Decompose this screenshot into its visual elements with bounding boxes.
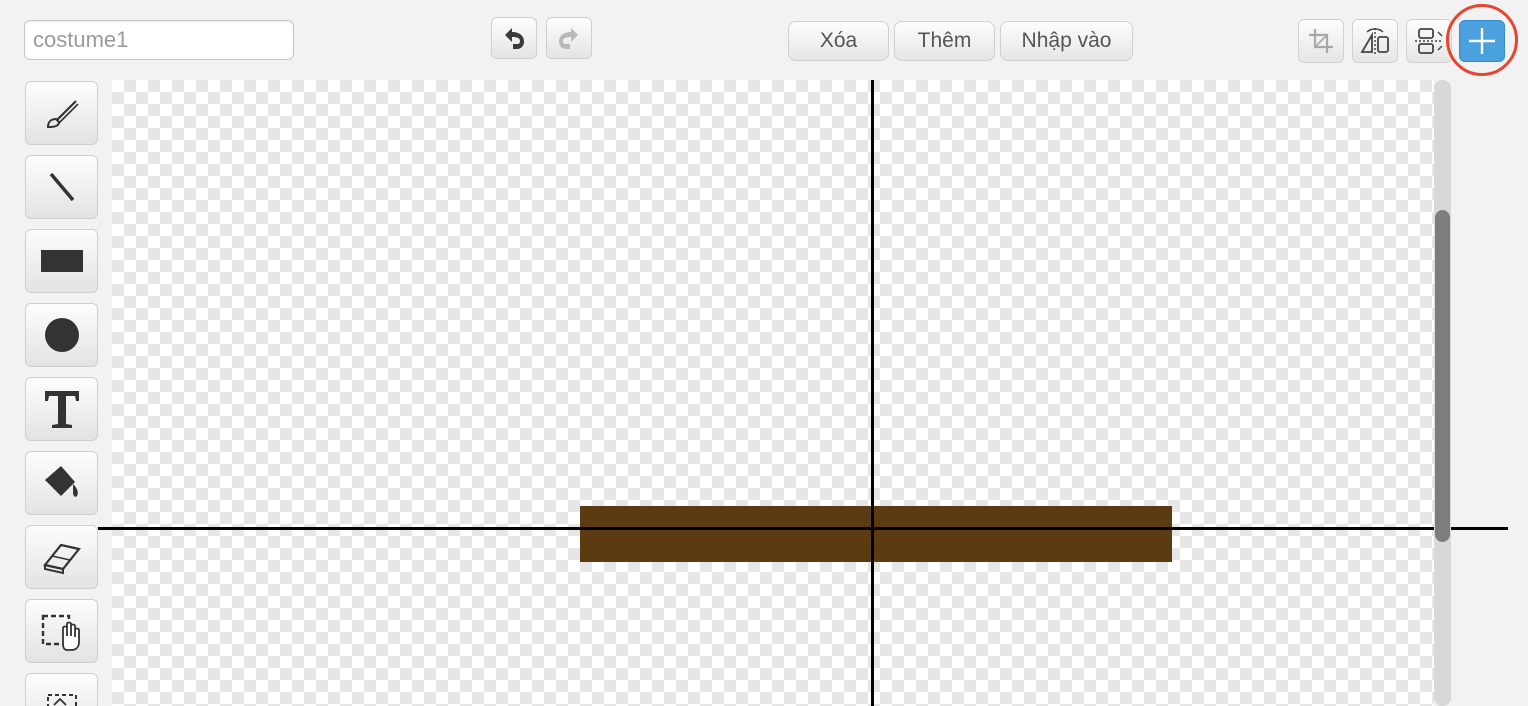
rectangle-icon	[40, 250, 83, 272]
paint-editor: Xóa Thêm Nhập vào	[0, 0, 1528, 706]
select-hand-icon	[41, 614, 80, 651]
center-axis-vertical	[871, 80, 874, 706]
import-button[interactable]: Nhập vào	[1000, 21, 1133, 61]
eraser-tool-button[interactable]	[25, 525, 98, 589]
redo-button[interactable]	[546, 17, 592, 59]
undo-button[interactable]	[491, 17, 537, 59]
flip-vertical-button[interactable]	[1406, 19, 1452, 63]
costume-name-input[interactable]	[24, 20, 294, 60]
line-tool-button[interactable]	[25, 155, 98, 219]
brush-tool-button[interactable]	[25, 81, 98, 145]
select-tool-button[interactable]	[25, 599, 98, 663]
crop-icon	[1309, 29, 1333, 53]
ellipse-icon	[44, 318, 79, 352]
undo-arrow-icon	[505, 28, 524, 49]
center-axis-horizontal	[98, 527, 1508, 530]
stamp-icon	[46, 694, 77, 706]
brown-rectangle-shape[interactable]	[580, 506, 1172, 562]
drawing-canvas[interactable]	[112, 80, 1434, 706]
crop-button[interactable]	[1298, 19, 1344, 63]
paint-bucket-icon	[44, 466, 78, 497]
flip-horizontal-icon	[1360, 28, 1389, 54]
crosshair-icon	[1469, 28, 1495, 54]
ellipse-tool-button[interactable]	[25, 303, 98, 367]
redo-arrow-icon	[559, 28, 578, 49]
text-icon	[44, 391, 79, 428]
add-button[interactable]: Thêm	[894, 21, 995, 61]
fill-tool-button[interactable]	[25, 451, 98, 515]
vertical-scrollbar-thumb[interactable]	[1435, 210, 1450, 542]
rectangle-tool-button[interactable]	[25, 229, 98, 293]
eraser-icon	[42, 543, 81, 575]
set-costume-center-button[interactable]	[1459, 20, 1505, 62]
line-icon	[49, 172, 74, 202]
flip-vertical-icon	[1415, 28, 1443, 54]
paintbrush-icon	[46, 100, 79, 129]
text-tool-button[interactable]	[25, 377, 98, 441]
stamp-tool-button[interactable]	[25, 673, 98, 706]
flip-horizontal-button[interactable]	[1352, 19, 1398, 63]
clear-button[interactable]: Xóa	[788, 21, 889, 61]
